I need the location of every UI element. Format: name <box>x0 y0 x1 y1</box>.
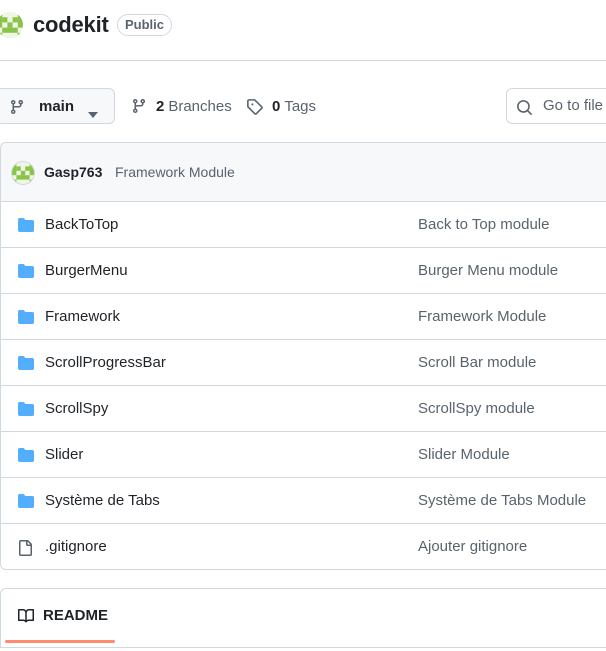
folder-icon <box>17 493 35 514</box>
file-commit-message[interactable]: Framework Module <box>418 308 546 325</box>
tags-link[interactable]: 0 Tags <box>246 88 316 124</box>
git-branch-icon <box>9 99 25 120</box>
folder-icon <box>17 309 35 330</box>
identicon-image <box>0 12 23 38</box>
file-icon <box>17 539 33 562</box>
readme-panel: README <box>0 588 606 648</box>
file-row[interactable]: BackToTop Back to Top module <box>1 202 606 248</box>
file-name[interactable]: Système de Tabs <box>45 492 160 509</box>
file-commit-message[interactable]: ScrollSpy module <box>418 400 535 417</box>
tags-label: Tags <box>284 97 317 115</box>
branches-link[interactable]: 2 Branches <box>131 88 232 124</box>
file-commit-message[interactable]: Slider Module <box>418 446 510 463</box>
file-row[interactable]: Framework Framework Module <box>1 294 606 340</box>
file-commit-message[interactable]: Système de Tabs Module <box>418 492 586 509</box>
folder-icon <box>17 263 35 284</box>
file-commit-message[interactable]: Burger Menu module <box>418 262 558 279</box>
owner-avatar[interactable] <box>0 12 23 38</box>
book-icon <box>17 608 35 629</box>
file-list: Gasp763 Framework Module BackToTop Back … <box>0 142 606 570</box>
file-row[interactable]: ScrollSpy ScrollSpy module <box>1 386 606 432</box>
repo-toolbar: main 2 Branches 0 Tags <box>0 88 606 124</box>
file-row[interactable]: BurgerMenu Burger Menu module <box>1 248 606 294</box>
active-tab-indicator <box>5 640 115 643</box>
file-row[interactable]: Slider Slider Module <box>1 432 606 478</box>
branches-count: 2 <box>156 97 165 115</box>
file-name[interactable]: .gitignore <box>45 538 107 555</box>
branch-selector-button[interactable]: main <box>0 88 115 124</box>
latest-commit-bar: Gasp763 Framework Module <box>1 143 606 202</box>
file-commit-message[interactable]: Scroll Bar module <box>418 354 536 371</box>
file-commit-message[interactable]: Back to Top module <box>418 216 549 233</box>
git-branch-icon <box>131 98 147 114</box>
readme-tab-label: README <box>43 607 109 624</box>
file-name[interactable]: ScrollSpy <box>45 400 108 417</box>
file-row[interactable]: .gitignore Ajouter gitignore <box>1 524 606 569</box>
folder-icon <box>17 217 35 238</box>
triangle-down-icon <box>88 105 98 123</box>
commit-author[interactable]: Gasp763 <box>44 164 102 180</box>
tag-icon <box>246 98 263 115</box>
file-name[interactable]: Framework <box>45 308 120 325</box>
file-row[interactable]: ScrollProgressBar Scroll Bar module <box>1 340 606 386</box>
file-name[interactable]: BackToTop <box>45 216 118 233</box>
folder-icon <box>17 447 35 468</box>
commit-author-avatar[interactable] <box>11 161 35 185</box>
commit-message[interactable]: Framework Module <box>115 164 235 180</box>
branches-label: Branches <box>168 97 232 115</box>
branch-name: main <box>39 98 75 115</box>
go-to-file-search[interactable] <box>506 88 606 124</box>
tab-readme[interactable]: README <box>5 589 117 643</box>
go-to-file-input[interactable] <box>543 97 606 114</box>
identicon-image <box>12 162 34 184</box>
visibility-badge: Public <box>117 14 173 36</box>
repo-header: codekit Public <box>0 0 606 61</box>
file-name[interactable]: ScrollProgressBar <box>45 354 166 371</box>
repo-name[interactable]: codekit <box>33 12 109 38</box>
tags-count: 0 <box>272 97 281 115</box>
folder-icon <box>17 401 35 422</box>
folder-icon <box>17 355 35 376</box>
file-name[interactable]: BurgerMenu <box>45 262 128 279</box>
file-name[interactable]: Slider <box>45 446 83 463</box>
file-row[interactable]: Système de Tabs Système de Tabs Module <box>1 478 606 524</box>
search-icon <box>516 99 533 121</box>
file-commit-message[interactable]: Ajouter gitignore <box>418 538 527 555</box>
